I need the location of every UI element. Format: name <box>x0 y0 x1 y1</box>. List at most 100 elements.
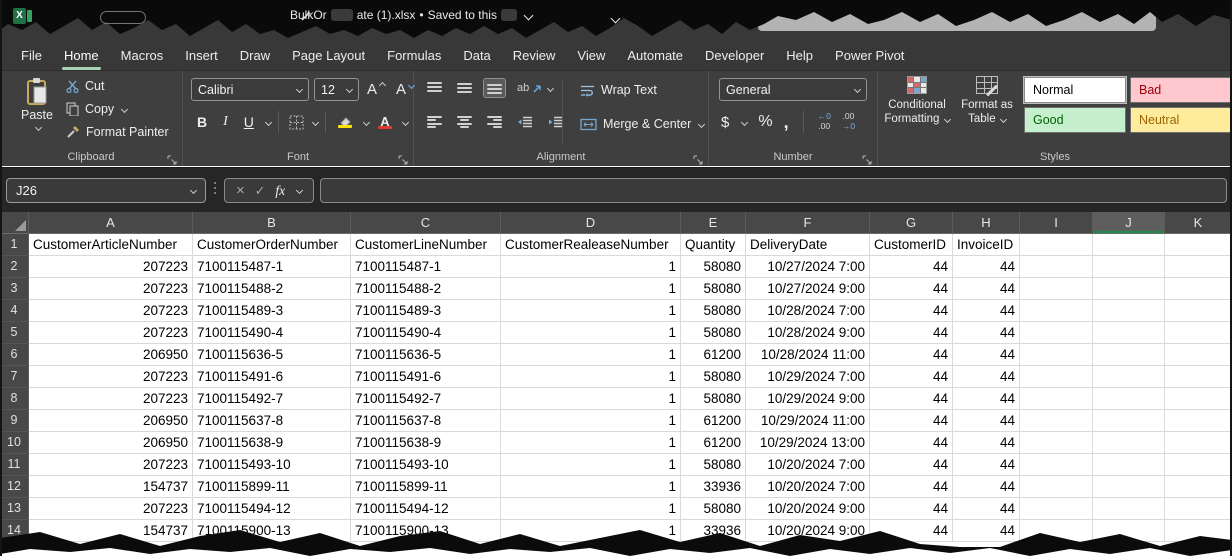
borders-chevron-icon[interactable] <box>312 118 319 125</box>
cell-I2[interactable] <box>1020 256 1093 278</box>
cell-H8[interactable]: 44 <box>953 388 1020 410</box>
percent-button[interactable]: % <box>758 113 772 131</box>
font-color-button[interactable]: A <box>373 112 397 132</box>
cell-B7[interactable]: 7100115491-6 <box>193 366 351 388</box>
cell-D12[interactable]: 1 <box>501 476 681 498</box>
font-size-select[interactable]: 12 <box>314 78 359 101</box>
cancel-button[interactable]: × <box>236 182 245 199</box>
cell-G7[interactable]: 44 <box>870 366 953 388</box>
cell-K11[interactable] <box>1165 454 1232 476</box>
column-header-D[interactable]: D <box>501 212 681 234</box>
cell-C11[interactable]: 7100115493-10 <box>351 454 501 476</box>
column-header-F[interactable]: F <box>746 212 870 234</box>
row-header-5[interactable]: 5 <box>0 322 29 344</box>
cell-J10[interactable] <box>1093 432 1165 454</box>
cell-D7[interactable]: 1 <box>501 366 681 388</box>
name-box[interactable]: J26 <box>6 178 206 203</box>
cell-A14[interactable]: 154737 <box>29 520 193 542</box>
cell-F3[interactable]: 10/27/2024 9:00 <box>746 278 870 300</box>
title-dropdown-chevron-icon[interactable] <box>524 10 534 20</box>
cell-D5[interactable]: 1 <box>501 322 681 344</box>
cell-C9[interactable]: 7100115637-8 <box>351 410 501 432</box>
cell-D14[interactable]: 1 <box>501 520 681 542</box>
cell-A9[interactable]: 206950 <box>29 410 193 432</box>
cell-K7[interactable] <box>1165 366 1232 388</box>
cell-K14[interactable] <box>1165 520 1232 542</box>
cell-J7[interactable] <box>1093 366 1165 388</box>
cell-style-normal[interactable]: Normal <box>1024 77 1126 103</box>
cell-J1[interactable] <box>1093 234 1165 256</box>
tab-formulas[interactable]: Formulas <box>376 43 452 68</box>
cell-I5[interactable] <box>1020 322 1093 344</box>
cell-E13[interactable]: 58080 <box>681 498 746 520</box>
cell-C6[interactable]: 7100115636-5 <box>351 344 501 366</box>
bold-button[interactable]: B <box>191 113 213 131</box>
cell-G6[interactable]: 44 <box>870 344 953 366</box>
cell-G1[interactable]: CustomerID <box>870 234 953 256</box>
cell-G10[interactable]: 44 <box>870 432 953 454</box>
cell-J12[interactable] <box>1093 476 1165 498</box>
cell-F1[interactable]: DeliveryDate <box>746 234 870 256</box>
cell-I12[interactable] <box>1020 476 1093 498</box>
cell-G9[interactable]: 44 <box>870 410 953 432</box>
cell-D6[interactable]: 1 <box>501 344 681 366</box>
cut-button[interactable]: Cut <box>66 79 169 93</box>
cell-J2[interactable] <box>1093 256 1165 278</box>
cell-E4[interactable]: 58080 <box>681 300 746 322</box>
cell-B12[interactable]: 7100115899-11 <box>193 476 351 498</box>
tab-view[interactable]: View <box>566 43 616 68</box>
top-align-button[interactable] <box>424 79 445 97</box>
row-header-1[interactable]: 1 <box>0 234 29 256</box>
cell-A11[interactable]: 207223 <box>29 454 193 476</box>
cell-I11[interactable] <box>1020 454 1093 476</box>
cell-D3[interactable]: 1 <box>501 278 681 300</box>
formula-bar-grip[interactable] <box>214 182 216 194</box>
cell-A1[interactable]: CustomerArticleNumber <box>29 234 193 256</box>
cell-K12[interactable] <box>1165 476 1232 498</box>
cell-J11[interactable] <box>1093 454 1165 476</box>
cell-F13[interactable]: 10/20/2024 9:00 <box>746 498 870 520</box>
cell-F10[interactable]: 10/29/2024 13:00 <box>746 432 870 454</box>
tab-automate[interactable]: Automate <box>616 43 694 68</box>
row-header-10[interactable]: 10 <box>0 432 29 454</box>
cell-G5[interactable]: 44 <box>870 322 953 344</box>
cell-E8[interactable]: 58080 <box>681 388 746 410</box>
cell-H9[interactable]: 44 <box>953 410 1020 432</box>
font-color-chevron-icon[interactable] <box>402 118 409 125</box>
cell-G13[interactable]: 44 <box>870 498 953 520</box>
cell-A2[interactable]: 207223 <box>29 256 193 278</box>
cell-F9[interactable]: 10/29/2024 11:00 <box>746 410 870 432</box>
cell-D13[interactable]: 1 <box>501 498 681 520</box>
cell-K1[interactable] <box>1165 234 1232 256</box>
tab-review[interactable]: Review <box>502 43 567 68</box>
cell-A7[interactable]: 207223 <box>29 366 193 388</box>
column-header-B[interactable]: B <box>193 212 351 234</box>
cell-B11[interactable]: 7100115493-10 <box>193 454 351 476</box>
cell-B5[interactable]: 7100115490-4 <box>193 322 351 344</box>
cell-C7[interactable]: 7100115491-6 <box>351 366 501 388</box>
row-header-3[interactable]: 3 <box>0 278 29 300</box>
bottom-align-button[interactable] <box>484 79 505 97</box>
tab-power-pivot[interactable]: Power Pivot <box>824 43 915 68</box>
cell-I1[interactable] <box>1020 234 1093 256</box>
cell-style-neutral[interactable]: Neutral <box>1130 107 1232 133</box>
cell-C2[interactable]: 7100115487-1 <box>351 256 501 278</box>
tab-macros[interactable]: Macros <box>110 43 175 68</box>
cell-H5[interactable]: 44 <box>953 322 1020 344</box>
cell-A12[interactable]: 154737 <box>29 476 193 498</box>
underline-button[interactable]: U <box>238 113 260 131</box>
cell-B4[interactable]: 7100115489-3 <box>193 300 351 322</box>
cell-B9[interactable]: 7100115637-8 <box>193 410 351 432</box>
cell-F11[interactable]: 10/20/2024 7:00 <box>746 454 870 476</box>
cell-H7[interactable]: 44 <box>953 366 1020 388</box>
cell-F6[interactable]: 10/28/2024 11:00 <box>746 344 870 366</box>
tab-home[interactable]: Home <box>53 43 110 68</box>
cell-B6[interactable]: 7100115636-5 <box>193 344 351 366</box>
increase-indent-button[interactable] <box>545 113 567 131</box>
cell-C14[interactable]: 7100115900-13 <box>351 520 501 542</box>
cell-I10[interactable] <box>1020 432 1093 454</box>
wrap-text-button[interactable]: Wrap Text <box>580 83 657 97</box>
cell-C10[interactable]: 7100115638-9 <box>351 432 501 454</box>
cell-D2[interactable]: 1 <box>501 256 681 278</box>
cell-B10[interactable]: 7100115638-9 <box>193 432 351 454</box>
